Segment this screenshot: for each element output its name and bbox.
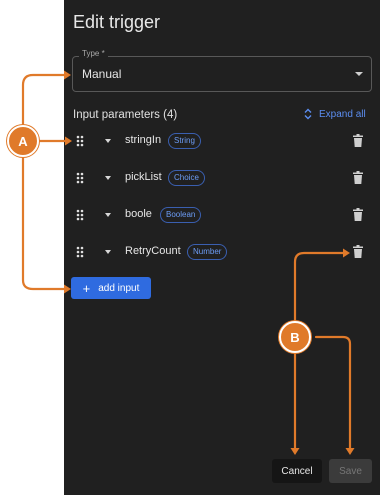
- drag-handle-icon[interactable]: [76, 172, 84, 184]
- caret-down-icon[interactable]: [355, 72, 363, 76]
- cancel-button[interactable]: Cancel: [272, 459, 322, 483]
- expand-all-button[interactable]: Expand all: [303, 108, 366, 120]
- param-type-badge: String: [168, 133, 201, 149]
- trash-icon[interactable]: [353, 245, 363, 258]
- plus-icon: +: [82, 280, 91, 296]
- param-row: pickList Choice: [72, 168, 372, 188]
- trash-icon[interactable]: [353, 208, 363, 221]
- type-value: Manual: [82, 67, 122, 81]
- param-row: stringIn String: [72, 131, 372, 151]
- callout-b: B: [279, 321, 311, 353]
- arrow-a-to-type: [21, 73, 68, 128]
- params-title: Input parameters (4): [73, 109, 178, 121]
- callout-a: A: [7, 125, 39, 157]
- param-type-badge: Number: [187, 244, 228, 260]
- chevron-down-icon[interactable]: [105, 139, 111, 143]
- param-row: boole Boolean: [72, 205, 372, 225]
- save-button[interactable]: Save: [329, 459, 372, 483]
- param-name: pickList: [125, 171, 162, 183]
- chevron-down-icon[interactable]: [105, 176, 111, 180]
- param-name: boole: [125, 208, 152, 220]
- add-input-button[interactable]: + add input: [71, 277, 151, 299]
- screen: Edit trigger Type * Manual Input paramet…: [0, 0, 380, 495]
- drag-handle-icon[interactable]: [76, 209, 84, 221]
- trash-icon[interactable]: [353, 171, 363, 184]
- expand-all-label: Expand all: [319, 108, 366, 120]
- drag-handle-icon[interactable]: [76, 135, 84, 147]
- expand-icon: [304, 108, 312, 120]
- trash-icon[interactable]: [353, 134, 363, 147]
- drag-handle-icon[interactable]: [76, 246, 84, 258]
- param-name: stringIn: [125, 134, 162, 146]
- chevron-down-icon[interactable]: [105, 213, 111, 217]
- param-type-badge: Choice: [168, 170, 205, 186]
- param-type-badge: Boolean: [160, 207, 202, 223]
- panel-title: Edit trigger: [73, 12, 161, 32]
- chevron-down-icon[interactable]: [105, 250, 111, 254]
- type-label: Type *: [79, 49, 108, 58]
- add-input-label: add input: [98, 282, 140, 294]
- arrow-a-to-add: [21, 154, 68, 291]
- param-row: RetryCount Number: [72, 242, 372, 262]
- param-name: RetryCount: [125, 245, 181, 257]
